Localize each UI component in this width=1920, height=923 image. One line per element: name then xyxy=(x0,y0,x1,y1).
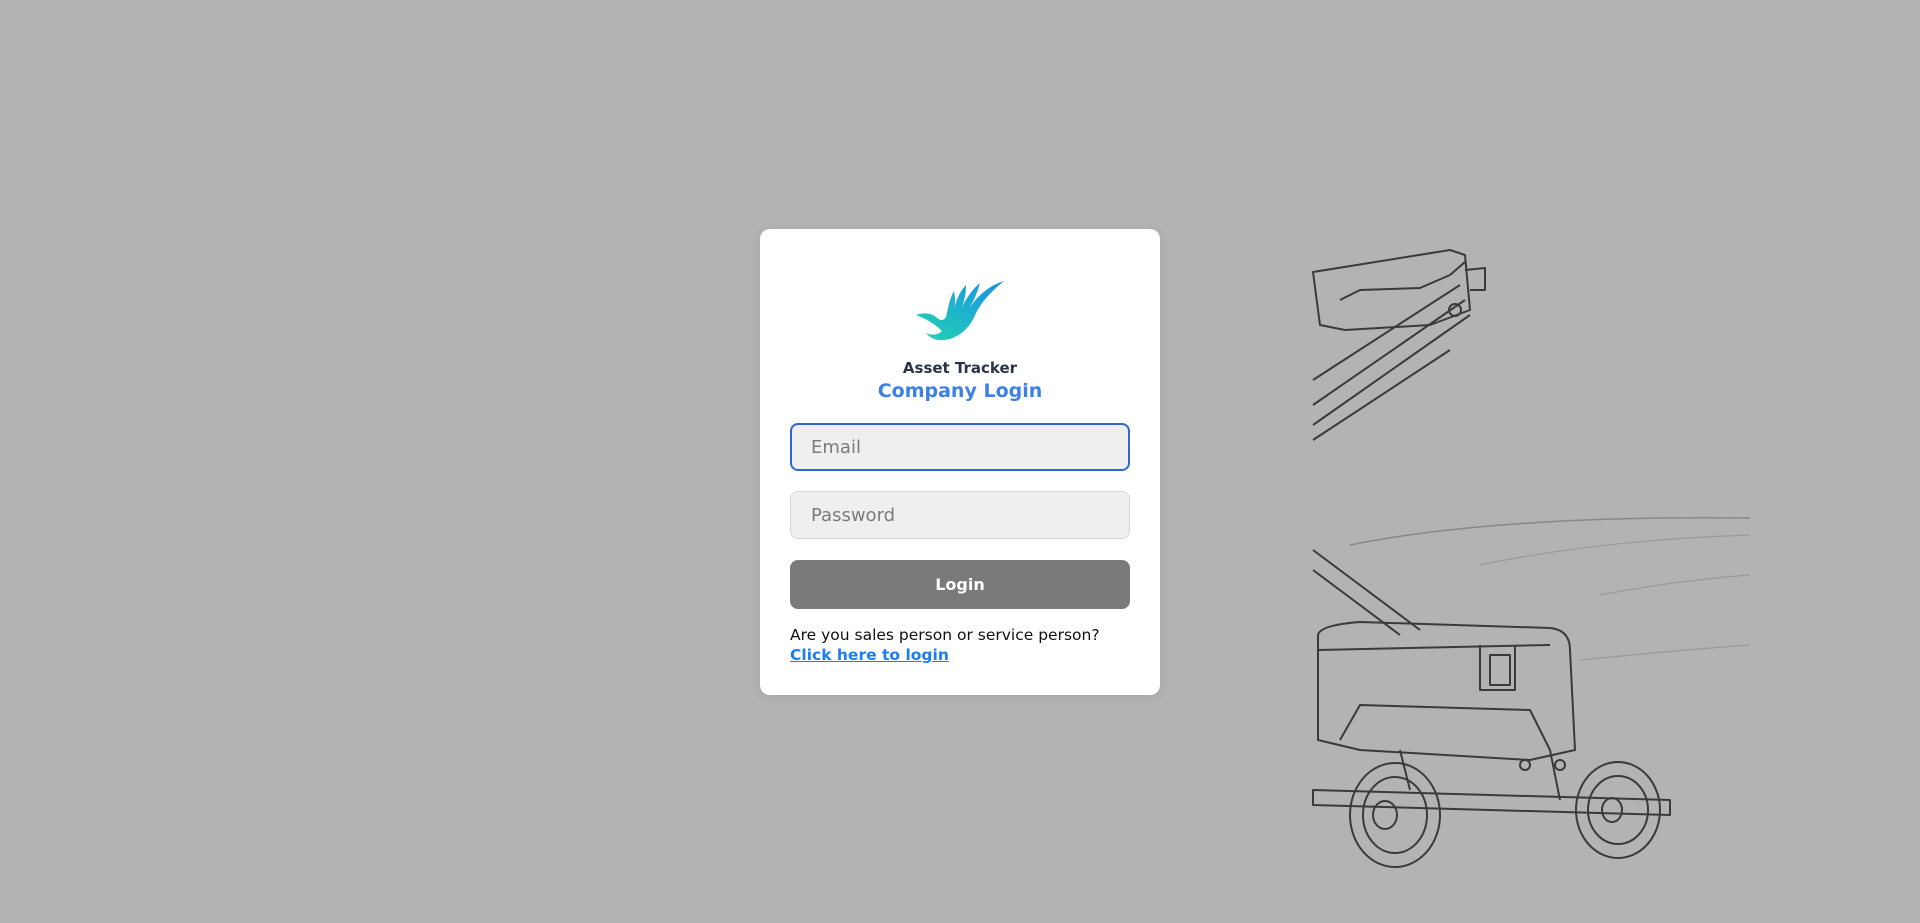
bird-wing-logo-icon xyxy=(916,281,1004,341)
alt-login-prompt: Are you sales person or service person? … xyxy=(790,625,1140,665)
password-input[interactable] xyxy=(790,491,1130,539)
login-page: Asset Tracker Company Login Login Are yo… xyxy=(0,0,1920,923)
email-input[interactable] xyxy=(790,423,1130,471)
login-card: Asset Tracker Company Login Login Are yo… xyxy=(760,229,1160,695)
login-button[interactable]: Login xyxy=(790,560,1130,609)
app-name: Asset Tracker xyxy=(902,359,1018,377)
page-title: Company Login xyxy=(877,380,1043,402)
alt-login-link[interactable]: Click here to login xyxy=(790,646,949,664)
boom-lift-sketch-icon xyxy=(1312,249,1751,868)
alt-login-text: Are you sales person or service person? xyxy=(790,626,1100,644)
